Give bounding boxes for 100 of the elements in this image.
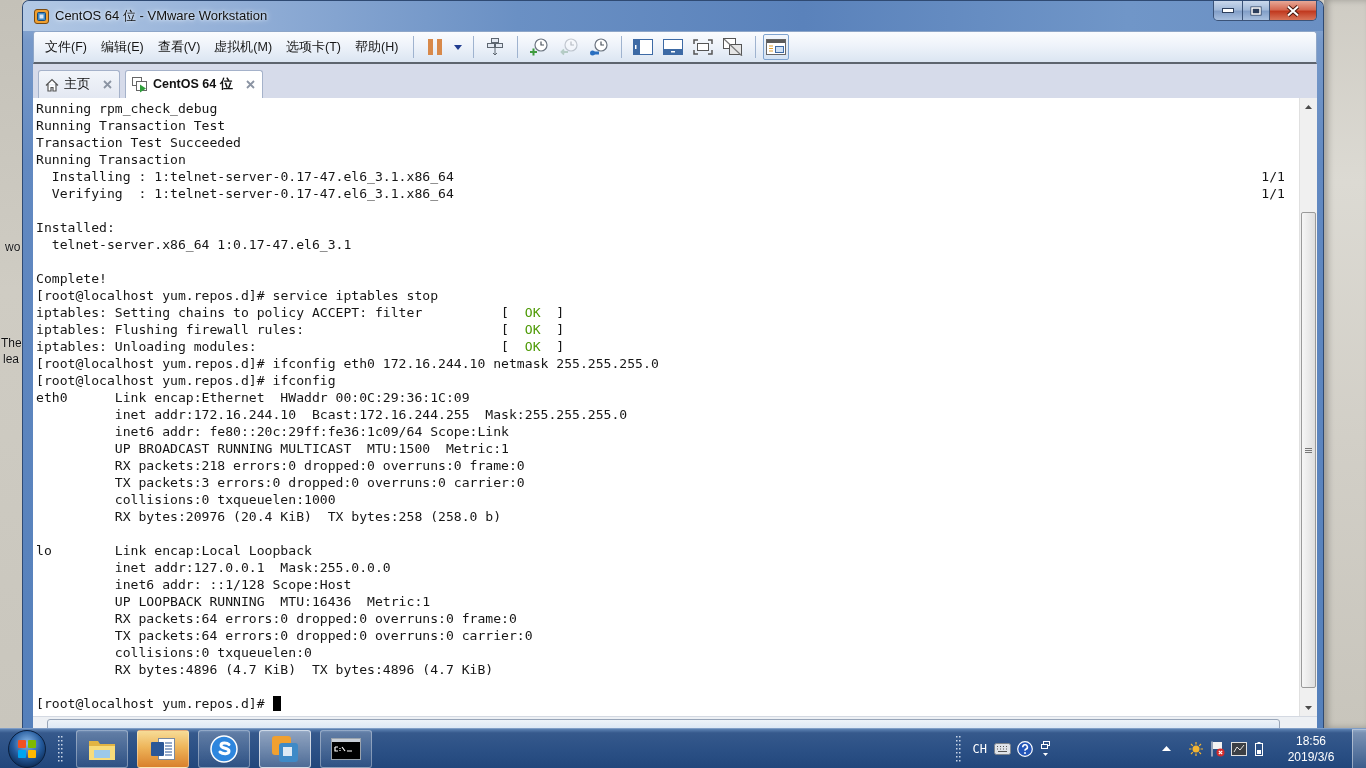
terminal-line: Verifying : 1:telnet-server-0.17-47.el6_3.1.x86_64 [51, 185, 454, 202]
interface-name: lo [36, 542, 52, 559]
menu-item[interactable]: 虚拟机(M) [207, 34, 280, 60]
console-view-icon [663, 39, 684, 55]
flag-icon[interactable] [1211, 740, 1225, 757]
terminal-line: Running Transaction [36, 151, 186, 168]
fullscreen-icon [693, 39, 714, 55]
status-label: [ OK ] [501, 338, 565, 355]
progress-count: 1/1 [1261, 185, 1285, 202]
menu-item[interactable]: 查看(V) [150, 34, 208, 60]
up-arrow-icon[interactable] [1162, 746, 1171, 751]
minimize-icon [1222, 8, 1234, 13]
scroll-thumb[interactable] [1301, 212, 1316, 688]
grip-dots-icon [58, 735, 63, 762]
window-thumbnail-icon [766, 39, 787, 55]
clock-time: 18:56 [1296, 732, 1326, 749]
terminal-line: collisions:0 txqueuelen:0 [114, 644, 312, 661]
terminal-line: telnet-server.x86_64 1:0.17-47.el6_3.1 [51, 236, 352, 253]
menu-item[interactable]: 文件(F) [38, 34, 94, 60]
show-desktop-button[interactable] [1352, 728, 1366, 768]
close-button[interactable] [1269, 1, 1316, 20]
sun-icon[interactable] [1189, 741, 1203, 756]
menu-item[interactable]: 选项卡(T) [279, 34, 349, 60]
grip-dots-icon [955, 735, 961, 762]
terminal-line: collisions:0 txqueuelen:1000 [114, 491, 336, 508]
app-logo-icon [34, 8, 49, 24]
minimize-button[interactable] [1214, 1, 1242, 20]
maximize-icon [1250, 5, 1262, 16]
desktop-icon-label: wo [5, 240, 21, 254]
terminal-line: RX packets:218 errors:0 dropped:0 overruns:0 frame:0 [114, 457, 525, 474]
tab[interactable]: CentOS 64 位 [125, 70, 263, 98]
taskbar-button[interactable] [320, 729, 372, 768]
caret-icon [454, 44, 463, 50]
terminal-icon [331, 737, 361, 760]
terminal-line: inet6 addr: fe80::20c:29ff:fe36:1c09/64 Scope:Link [114, 423, 509, 440]
start-button[interactable] [7, 729, 47, 768]
terminal-line: [root@localhost yum.repos.d]# service iptables stop [36, 287, 439, 304]
terminal-prompt: [root@localhost yum.repos.d]# [36, 695, 265, 712]
grip-lines-icon [1305, 447, 1312, 453]
terminal-line: UP LOOPBACK RUNNING MTU:16436 Metric:1 [114, 593, 431, 610]
terminal-line: TX packets:3 errors:0 dropped:0 overruns:0 carrier:0 [114, 474, 525, 491]
terminal-line: Link encap:Ethernet HWaddr 00:0C:29:36:1C:09 [114, 389, 470, 406]
terminal-line: iptables: Flushing firewall rules: [36, 321, 305, 338]
line-chart-icon[interactable] [1231, 741, 1247, 756]
terminal-line: Running rpm_check_debug [36, 100, 218, 117]
keyboard-icon[interactable] [994, 742, 1011, 755]
crossed-windows-icon [723, 38, 744, 56]
horizontal-scrollbar[interactable] [33, 716, 1317, 728]
close-icon[interactable] [245, 80, 255, 89]
terminal-line: RX bytes:20976 (20.4 KiB) TX bytes:258 (258.0 b) [114, 508, 502, 525]
tab[interactable]: 主页 [38, 70, 120, 98]
clock-plus-icon [530, 38, 549, 56]
cursor-icon [272, 696, 281, 711]
terminal-line: inet addr:127.0.0.1 Mask:255.0.0.0 [114, 559, 391, 576]
scroll-thumb[interactable] [47, 719, 1280, 728]
taskbar-button[interactable] [198, 729, 250, 768]
terminal-line: Complete! [36, 270, 107, 287]
terminal-line: Installing : 1:telnet-server-0.17-47.el6_3.1.x86_64 [51, 168, 454, 185]
terminal-line: iptables: Setting chains to policy ACCEPT: filter [36, 304, 423, 321]
terminal-line: inet6 addr: ::1/128 Scope:Host [114, 576, 352, 593]
terminal-line: [root@localhost yum.repos.d]# ifconfig eth0 172.16.244.10 netmask 255.255.255.0 [36, 355, 659, 372]
menu-item[interactable]: 编辑(E) [93, 34, 151, 60]
terminal-line: RX bytes:4896 (4.7 KiB) TX bytes:4896 (4.7 KiB) [114, 661, 494, 678]
sidebar-panel-icon [633, 39, 654, 55]
close-icon[interactable] [103, 80, 112, 89]
terminal-line: Running Transaction Test [36, 117, 226, 134]
document-icon [150, 735, 176, 762]
window-play-icon [132, 76, 148, 93]
language-indicator[interactable]: CH [972, 741, 987, 756]
terminal-screen[interactable] [33, 98, 1299, 716]
terminal-line: iptables: Unloading modules: [36, 338, 257, 355]
clock-arrow-icon [560, 38, 579, 56]
scroll-up-arrow-icon [1305, 104, 1312, 109]
terminal-line: [root@localhost yum.repos.d]# ifconfig [36, 372, 336, 389]
restore-icon[interactable] [1041, 740, 1050, 757]
taskbar-button[interactable] [76, 729, 128, 768]
desktop-icon-label: The [1, 336, 22, 350]
clock-date: 2019/3/6 [1287, 748, 1335, 765]
status-label: [ OK ] [501, 304, 565, 321]
home-icon [45, 77, 59, 92]
terminal-line: Link encap:Local Loopback [114, 542, 312, 559]
progress-count: 1/1 [1261, 168, 1285, 185]
vertical-scrollbar[interactable] [1299, 98, 1317, 716]
battery-icon[interactable] [1255, 741, 1263, 756]
terminal-line: UP BROADCAST RUNNING MULTICAST MTU:1500 Metric:1 [114, 440, 509, 457]
terminal-line: TX packets:64 errors:0 dropped:0 overruns:0 carrier:0 [114, 627, 533, 644]
help-icon[interactable] [1017, 740, 1033, 757]
clock-wrench-icon [590, 38, 609, 56]
stacked-boxes-arrow-icon [487, 38, 504, 56]
desktop-icon-label: lea [3, 352, 19, 366]
terminal-line: RX packets:64 errors:0 dropped:0 overruns:0 frame:0 [114, 610, 517, 627]
circle-logo-icon [210, 734, 238, 763]
terminal-line: Installed: [36, 219, 115, 236]
pause-icon [428, 39, 443, 55]
thumbnail-bar-button[interactable] [763, 34, 790, 60]
menu-item[interactable]: 帮助(H) [348, 34, 406, 60]
status-label: [ OK ] [501, 321, 565, 338]
maximize-button[interactable] [1242, 1, 1269, 20]
window-title: CentOS 64 位 - VMware Workstation [55, 7, 268, 25]
taskbar-button[interactable] [137, 729, 189, 768]
